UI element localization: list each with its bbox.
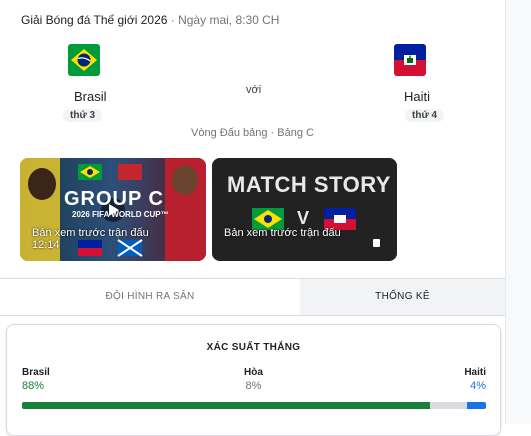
header-separator: ·: [167, 13, 179, 27]
versus-label: với: [246, 84, 262, 96]
away-prob-label: Haiti: [464, 367, 486, 378]
away-team-name[interactable]: Haiti: [404, 89, 430, 104]
tab-lineups[interactable]: ĐỘI HÌNH RA SÂN: [0, 279, 300, 315]
video-preview-match-story[interactable]: MATCH STORY V Bản xem trước trận đấu: [212, 158, 397, 261]
draw-prob-value: 8%: [245, 380, 262, 392]
video-preview-group-c[interactable]: GROUP C 2026 FIFA WORLD CUP™ Bản xem trư…: [20, 158, 206, 261]
draw-prob-label: Hòa: [244, 367, 263, 378]
video-overlay-subtitle: 2026 FIFA WORLD CUP™: [72, 210, 169, 219]
win-probability-card: XÁC SUẤT THẮNG Brasil 88% Hòa 8% Haiti 4…: [6, 324, 501, 436]
side-panel-gutter: [505, 0, 531, 424]
video-overlay-vs: V: [297, 208, 310, 228]
away-prob-value: 4%: [470, 380, 486, 392]
brazil-flag-icon[interactable]: [68, 44, 100, 76]
tournament-name[interactable]: Giải Bóng đá Thế giới 2026: [21, 13, 167, 27]
home-team-name[interactable]: Brasil: [74, 89, 107, 104]
win-probability-title: XÁC SUẤT THẮNG: [206, 342, 301, 353]
video-title: Bản xem trước trận đấu: [224, 227, 341, 239]
match-time: Ngày mai, 8:30 CH: [178, 13, 280, 27]
video-overlay-title: GROUP C: [64, 188, 164, 210]
video-overlay-title: MATCH STORY: [227, 172, 391, 197]
video-duration: 12:14: [32, 239, 60, 251]
match-card: Giải Bóng đá Thế giới 2026 · Ngày mai, 8…: [0, 0, 505, 436]
draw-prob-segment: [430, 402, 468, 409]
home-prob-segment: [22, 402, 431, 409]
video-title: Bản xem trước trận đấu: [32, 227, 149, 239]
away-prob-segment: [467, 402, 486, 409]
win-probability-bar: [22, 402, 486, 409]
haiti-flag-icon[interactable]: [394, 44, 426, 76]
tab-stats[interactable]: THỐNG KÊ: [300, 279, 505, 315]
stats-tabs: ĐỘI HÌNH RA SÂN THỐNG KÊ: [0, 278, 505, 316]
home-team-rank: thứ 3: [63, 109, 103, 122]
match-stage: Vòng Đấu bảng · Bảng C: [191, 127, 314, 139]
away-team-rank: thứ 4: [405, 109, 445, 122]
match-header: Giải Bóng đá Thế giới 2026 · Ngày mai, 8…: [21, 13, 279, 27]
